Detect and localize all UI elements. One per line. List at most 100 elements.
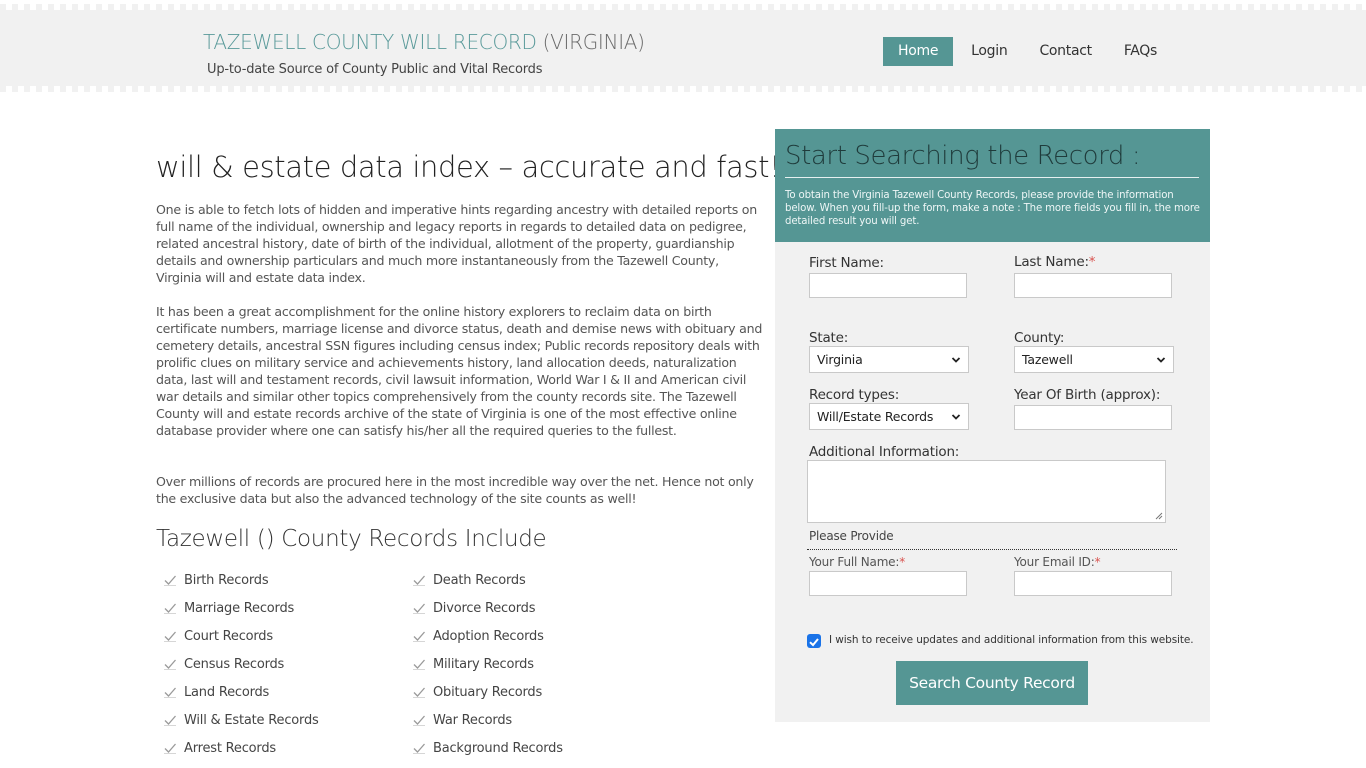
state-select[interactable]: Virginia xyxy=(809,346,969,373)
record-type-label: Will & Estate Records xyxy=(184,712,319,728)
nav-login[interactable]: Login xyxy=(957,37,1021,66)
header-edge-bottom xyxy=(0,92,1366,96)
record-type-item: Land Records xyxy=(163,678,412,706)
main-nav: Home Login Contact FAQs xyxy=(883,37,1175,66)
panel-shadow xyxy=(795,722,1195,738)
full-name-input[interactable] xyxy=(809,571,967,596)
county-select-value: Tazewell xyxy=(1022,352,1073,367)
first-name-label: First Name: xyxy=(809,255,884,271)
check-icon xyxy=(413,687,425,698)
nav-contact[interactable]: Contact xyxy=(1025,37,1105,66)
updates-checkbox-label[interactable]: I wish to receive updates and additional… xyxy=(829,634,1194,646)
record-type-label: Census Records xyxy=(184,656,285,672)
check-icon xyxy=(164,687,176,698)
required-mark: * xyxy=(1088,254,1096,270)
form-title-divider xyxy=(785,177,1199,178)
form-title: Start Searching the Record : xyxy=(785,141,1141,171)
site-header: TAZEWELL COUNTY WILL RECORD (VIRGINIA) U… xyxy=(0,0,1366,96)
state-select-value: Virginia xyxy=(817,352,863,367)
check-icon xyxy=(413,603,425,614)
details-paragraph: It has been a great accomplishment for t… xyxy=(156,304,763,438)
record-type-item: Census Records xyxy=(163,650,412,678)
record-type-label: Land Records xyxy=(184,684,270,700)
nav-home[interactable]: Home xyxy=(883,37,954,66)
last-name-label: Last Name:* xyxy=(1014,254,1096,270)
please-provide-label: Please Provide xyxy=(809,529,894,543)
site-title-main: TAZEWELL COUNTY WILL RECORD xyxy=(203,30,537,54)
record-types-label: Record types: xyxy=(809,387,900,403)
check-icon xyxy=(413,659,425,670)
resize-grip-icon[interactable] xyxy=(1155,512,1163,520)
header-edge-top xyxy=(0,0,1366,4)
record-type-label: Military Records xyxy=(433,656,534,672)
record-type-label: Obituary Records xyxy=(433,684,543,700)
county-select[interactable]: Tazewell xyxy=(1014,346,1174,373)
site-tagline: Up-to-date Source of County Public and V… xyxy=(207,62,543,77)
site-title[interactable]: TAZEWELL COUNTY WILL RECORD (VIRGINIA) xyxy=(203,30,645,54)
record-type-label: Background Records xyxy=(433,740,563,756)
record-types-select-value: Will/Estate Records xyxy=(817,409,934,424)
record-type-item: Divorce Records xyxy=(412,594,612,622)
record-type-item: Court Records xyxy=(163,622,412,650)
check-icon xyxy=(413,743,425,754)
record-type-item: Birth Records xyxy=(163,566,412,594)
check-icon xyxy=(164,631,176,642)
nav-faqs[interactable]: FAQs xyxy=(1110,37,1171,66)
check-icon xyxy=(413,575,425,586)
record-type-item: Will & Estate Records xyxy=(163,706,412,734)
record-type-label: Death Records xyxy=(433,572,526,588)
email-label-text: Your Email ID: xyxy=(1014,555,1095,569)
updates-checkbox[interactable] xyxy=(807,634,821,648)
full-name-label-text: Your Full Name: xyxy=(809,555,900,569)
first-name-label-text: First Name: xyxy=(809,255,884,271)
check-icon xyxy=(164,659,176,670)
state-label: State: xyxy=(809,330,849,346)
record-type-item: Marriage Records xyxy=(163,594,412,622)
chevron-down-icon xyxy=(951,414,961,420)
record-type-label: Arrest Records xyxy=(184,740,276,756)
chevron-down-icon xyxy=(951,357,961,363)
email-input[interactable] xyxy=(1014,571,1172,596)
record-type-item: Arrest Records xyxy=(163,734,412,762)
check-icon xyxy=(164,575,176,586)
year-of-birth-input[interactable] xyxy=(1014,405,1172,430)
form-header: Start Searching the Record : To obtain t… xyxy=(775,129,1210,242)
required-mark: * xyxy=(1094,555,1101,569)
required-mark: * xyxy=(899,555,906,569)
check-icon xyxy=(164,603,176,614)
check-icon xyxy=(164,715,176,726)
record-type-label: War Records xyxy=(433,712,512,728)
last-name-input[interactable] xyxy=(1014,273,1172,298)
record-types-select[interactable]: Will/Estate Records xyxy=(809,403,969,430)
additional-info-textarea[interactable] xyxy=(807,460,1166,523)
intro-paragraph: One is able to fetch lots of hidden and … xyxy=(156,202,757,285)
year-of-birth-label: Year Of Birth (approx): xyxy=(1014,387,1161,403)
last-name-label-text: Last Name: xyxy=(1014,254,1089,270)
record-type-item: Background Records xyxy=(412,734,612,762)
records-heading: Tazewell () County Records Include xyxy=(156,526,547,552)
records-list: Birth Records Death Records Marriage Recor… xyxy=(163,566,603,762)
check-icon xyxy=(413,715,425,726)
email-label: Your Email ID:* xyxy=(1014,555,1101,569)
dotted-divider xyxy=(807,549,1177,550)
form-description: To obtain the Virginia Tazewell County R… xyxy=(785,190,1200,227)
county-label: County: xyxy=(1014,330,1065,346)
record-type-label: Court Records xyxy=(184,628,273,644)
closing-paragraph: Over millions of records are procured he… xyxy=(156,474,754,506)
checkmark-icon xyxy=(809,638,819,647)
record-type-label: Divorce Records xyxy=(433,600,536,616)
record-type-item: Adoption Records xyxy=(412,622,612,650)
page-title: will & estate data index – accurate and … xyxy=(156,150,781,184)
search-form-panel: Start Searching the Record : To obtain t… xyxy=(775,129,1210,722)
check-icon xyxy=(164,743,176,754)
record-type-label: Marriage Records xyxy=(184,600,295,616)
record-type-item: Obituary Records xyxy=(412,678,612,706)
additional-info-label: Additional Information: xyxy=(809,444,960,460)
first-name-input[interactable] xyxy=(809,273,967,298)
search-county-record-button[interactable]: Search County Record xyxy=(896,661,1088,705)
site-title-suffix: (VIRGINIA) xyxy=(536,30,645,54)
check-icon xyxy=(413,631,425,642)
record-type-item: War Records xyxy=(412,706,612,734)
record-type-label: Adoption Records xyxy=(433,628,544,644)
record-type-item: Death Records xyxy=(412,566,612,594)
